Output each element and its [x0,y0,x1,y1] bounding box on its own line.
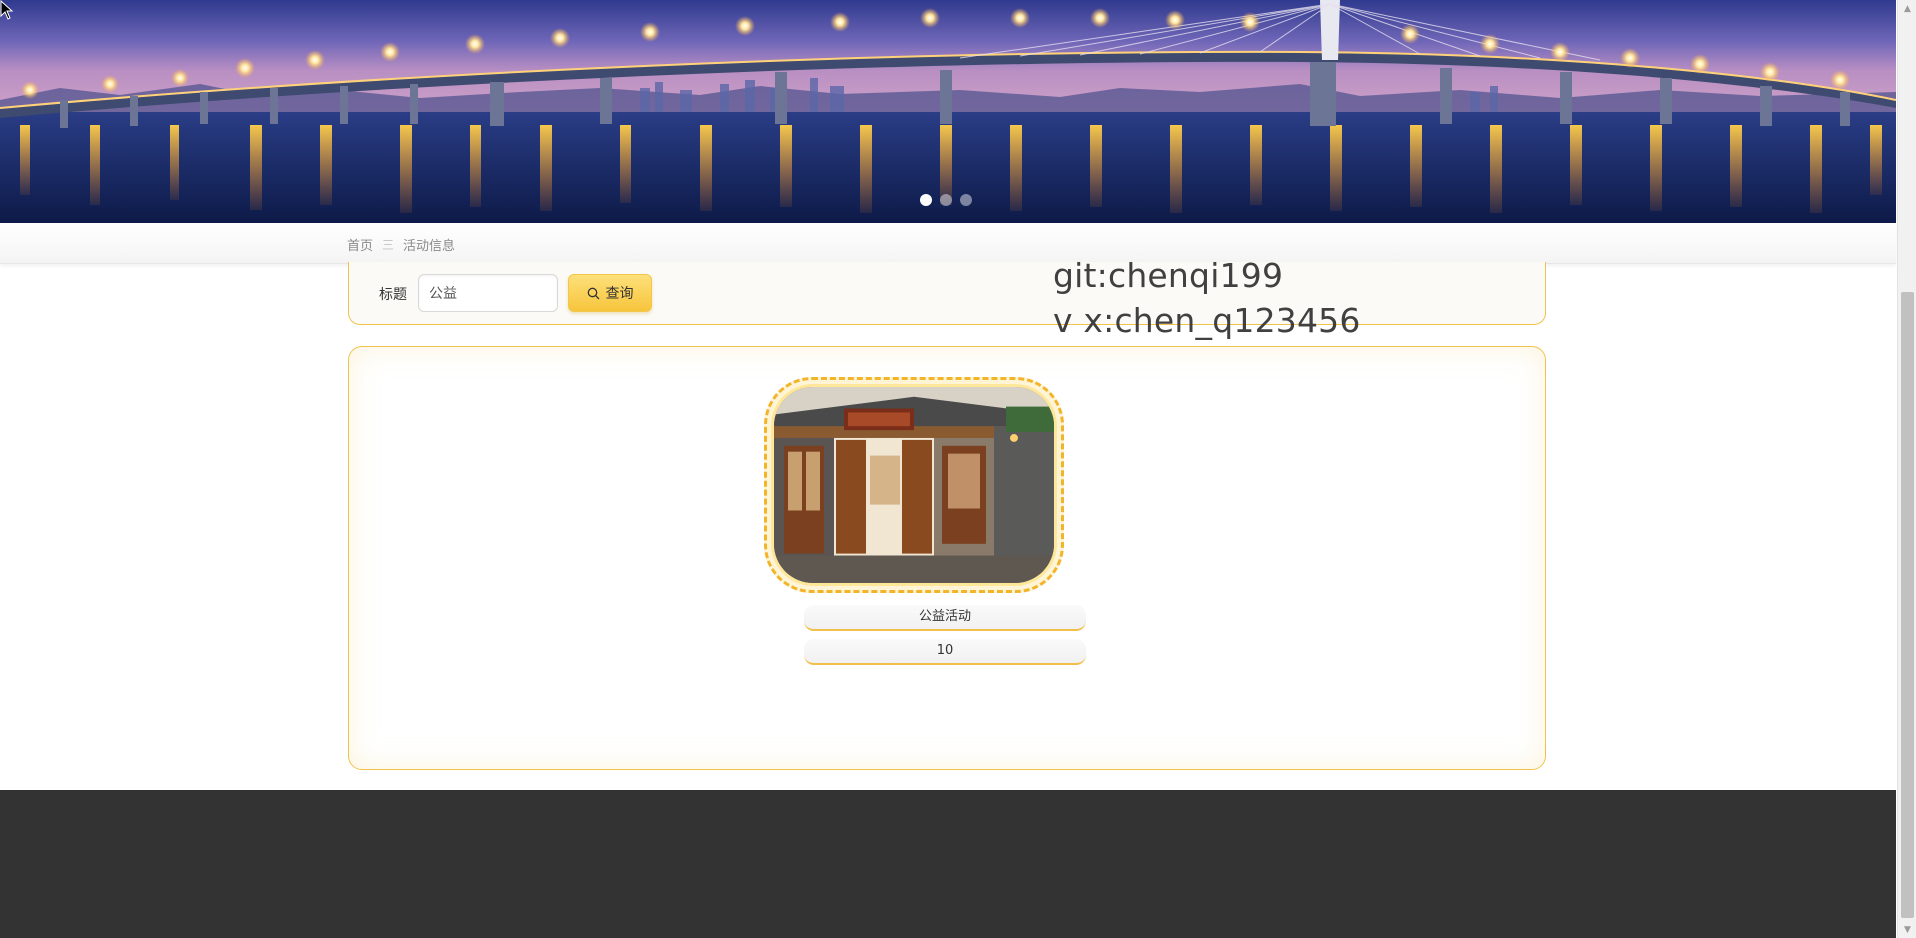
storefront-photo[interactable] [771,384,1057,586]
scroll-down-arrow-icon[interactable]: ▼ [1898,921,1916,938]
storefront-image [774,387,1054,583]
page-footer [0,790,1896,938]
mouse-cursor-icon [0,0,14,20]
breadcrumb-current[interactable]: 活动信息 [403,235,455,254]
activity-card-photo-frame[interactable] [764,377,1064,593]
bridge-night-image [0,0,1896,223]
watermark-git: git:chenqi199 [1053,256,1284,295]
activity-card-count: 10 [804,639,1086,665]
watermark-wechat: v x:chen_q123456 [1053,301,1361,340]
search-panel: 标题 查询 [348,262,1546,325]
breadcrumb-home-link[interactable]: 首页 [347,235,373,254]
title-label: 标题 [379,287,407,303]
carousel-dot-2[interactable] [940,194,952,206]
carousel-dot-1[interactable] [920,194,932,206]
page-scrollbar[interactable]: ▲ ▼ [1897,0,1916,938]
search-button-label: 查询 [605,286,634,302]
breadcrumb-bar: 首页 三 活动信息 [0,223,1896,264]
carousel-indicators [920,194,972,206]
scroll-up-arrow-icon[interactable]: ▲ [1898,0,1916,17]
activity-list-panel: 公益活动 10 [348,346,1546,770]
banner-carousel[interactable] [0,0,1896,223]
carousel-dot-3[interactable] [960,194,972,206]
search-icon [587,287,599,299]
breadcrumb: 首页 三 活动信息 [347,235,455,254]
title-search-input[interactable] [418,274,558,312]
breadcrumb-separator: 三 [382,238,395,252]
scrollbar-thumb[interactable] [1901,292,1914,918]
search-button[interactable]: 查询 [568,274,652,312]
activity-card-title[interactable]: 公益活动 [804,605,1086,631]
